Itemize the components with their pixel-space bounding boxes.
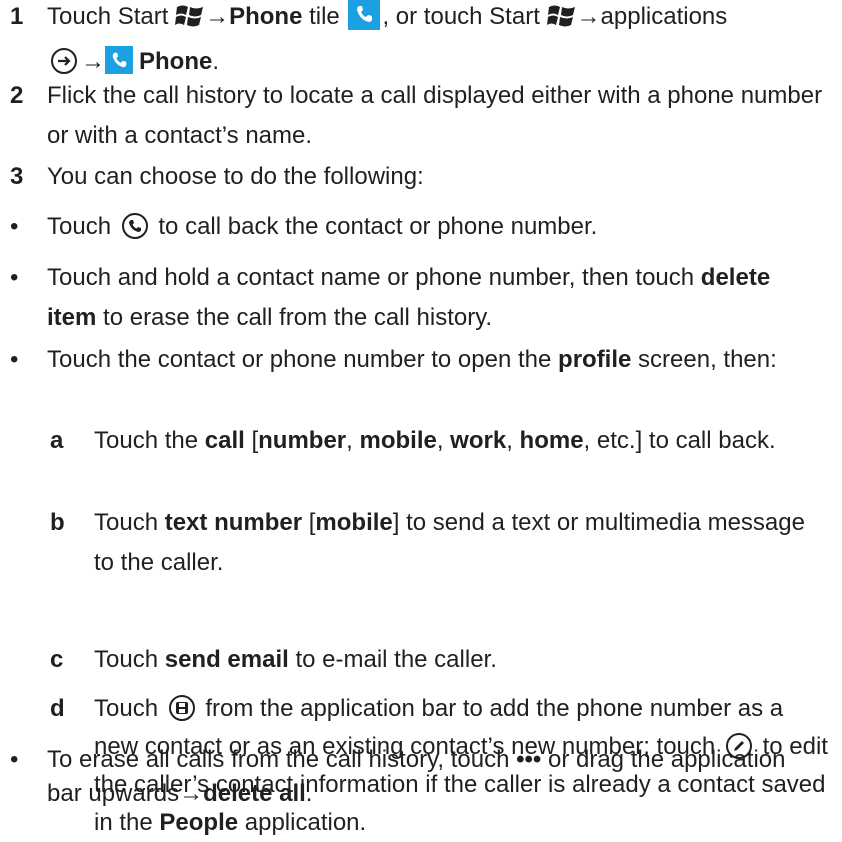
phone-label: Phone [229,3,303,30]
applications-arrow-icon [51,48,77,74]
sub-step-c: c Touch send email to e-mail the caller. [50,640,830,680]
delete-all-label: delete all [203,780,306,807]
bullet-dot: • [10,264,19,291]
windows-start-icon [546,2,577,42]
windows-start-icon [175,2,205,42]
more-ellipsis-icon: ••• [516,746,542,773]
step-text: Touch Start [47,3,169,30]
sub-step-letter: c [50,646,64,673]
bullet-dot: • [10,746,19,773]
step-text: Flick the call history to locate a call … [47,82,823,149]
step-text: You can choose to do the following: [47,163,424,190]
phone-tile-icon [348,0,381,30]
bullet-item: • To erase all calls from the call histo… [10,743,825,811]
step-number: 3 [10,163,24,190]
profile-label: profile [558,346,632,373]
step-2: 2 Flick the call history to locate a cal… [10,76,825,156]
save-contact-icon [168,695,195,721]
bullet-item: • Touch and hold a contact name or phone… [10,258,825,338]
sub-step-letter: a [50,427,64,454]
phone-label: Phone [139,48,213,75]
call-back-icon [121,213,148,239]
bullet-item: • Touch to call back the contact or phon… [10,207,825,247]
instructions-document: 1 Touch Start →Phone tile , or touch Sta… [0,0,842,836]
bullet-dot: • [10,346,19,373]
step-1: 1 Touch Start →Phone tile , or touch Sta… [10,0,825,82]
step-number: 2 [10,82,24,109]
bullet-dot: • [10,213,19,240]
sub-step-a: a Touch the call [number, mobile, work, … [50,421,830,461]
sub-step-letter: b [50,509,65,536]
sub-step-b: b Touch text number [mobile] to send a t… [50,503,830,583]
step-3: 3 You can choose to do the following: [10,157,825,197]
step-number: 1 [10,3,24,30]
phone-tile-icon [105,46,133,74]
bullet-item: • Touch the contact or phone number to o… [10,340,825,380]
sub-step-letter: d [50,695,65,722]
